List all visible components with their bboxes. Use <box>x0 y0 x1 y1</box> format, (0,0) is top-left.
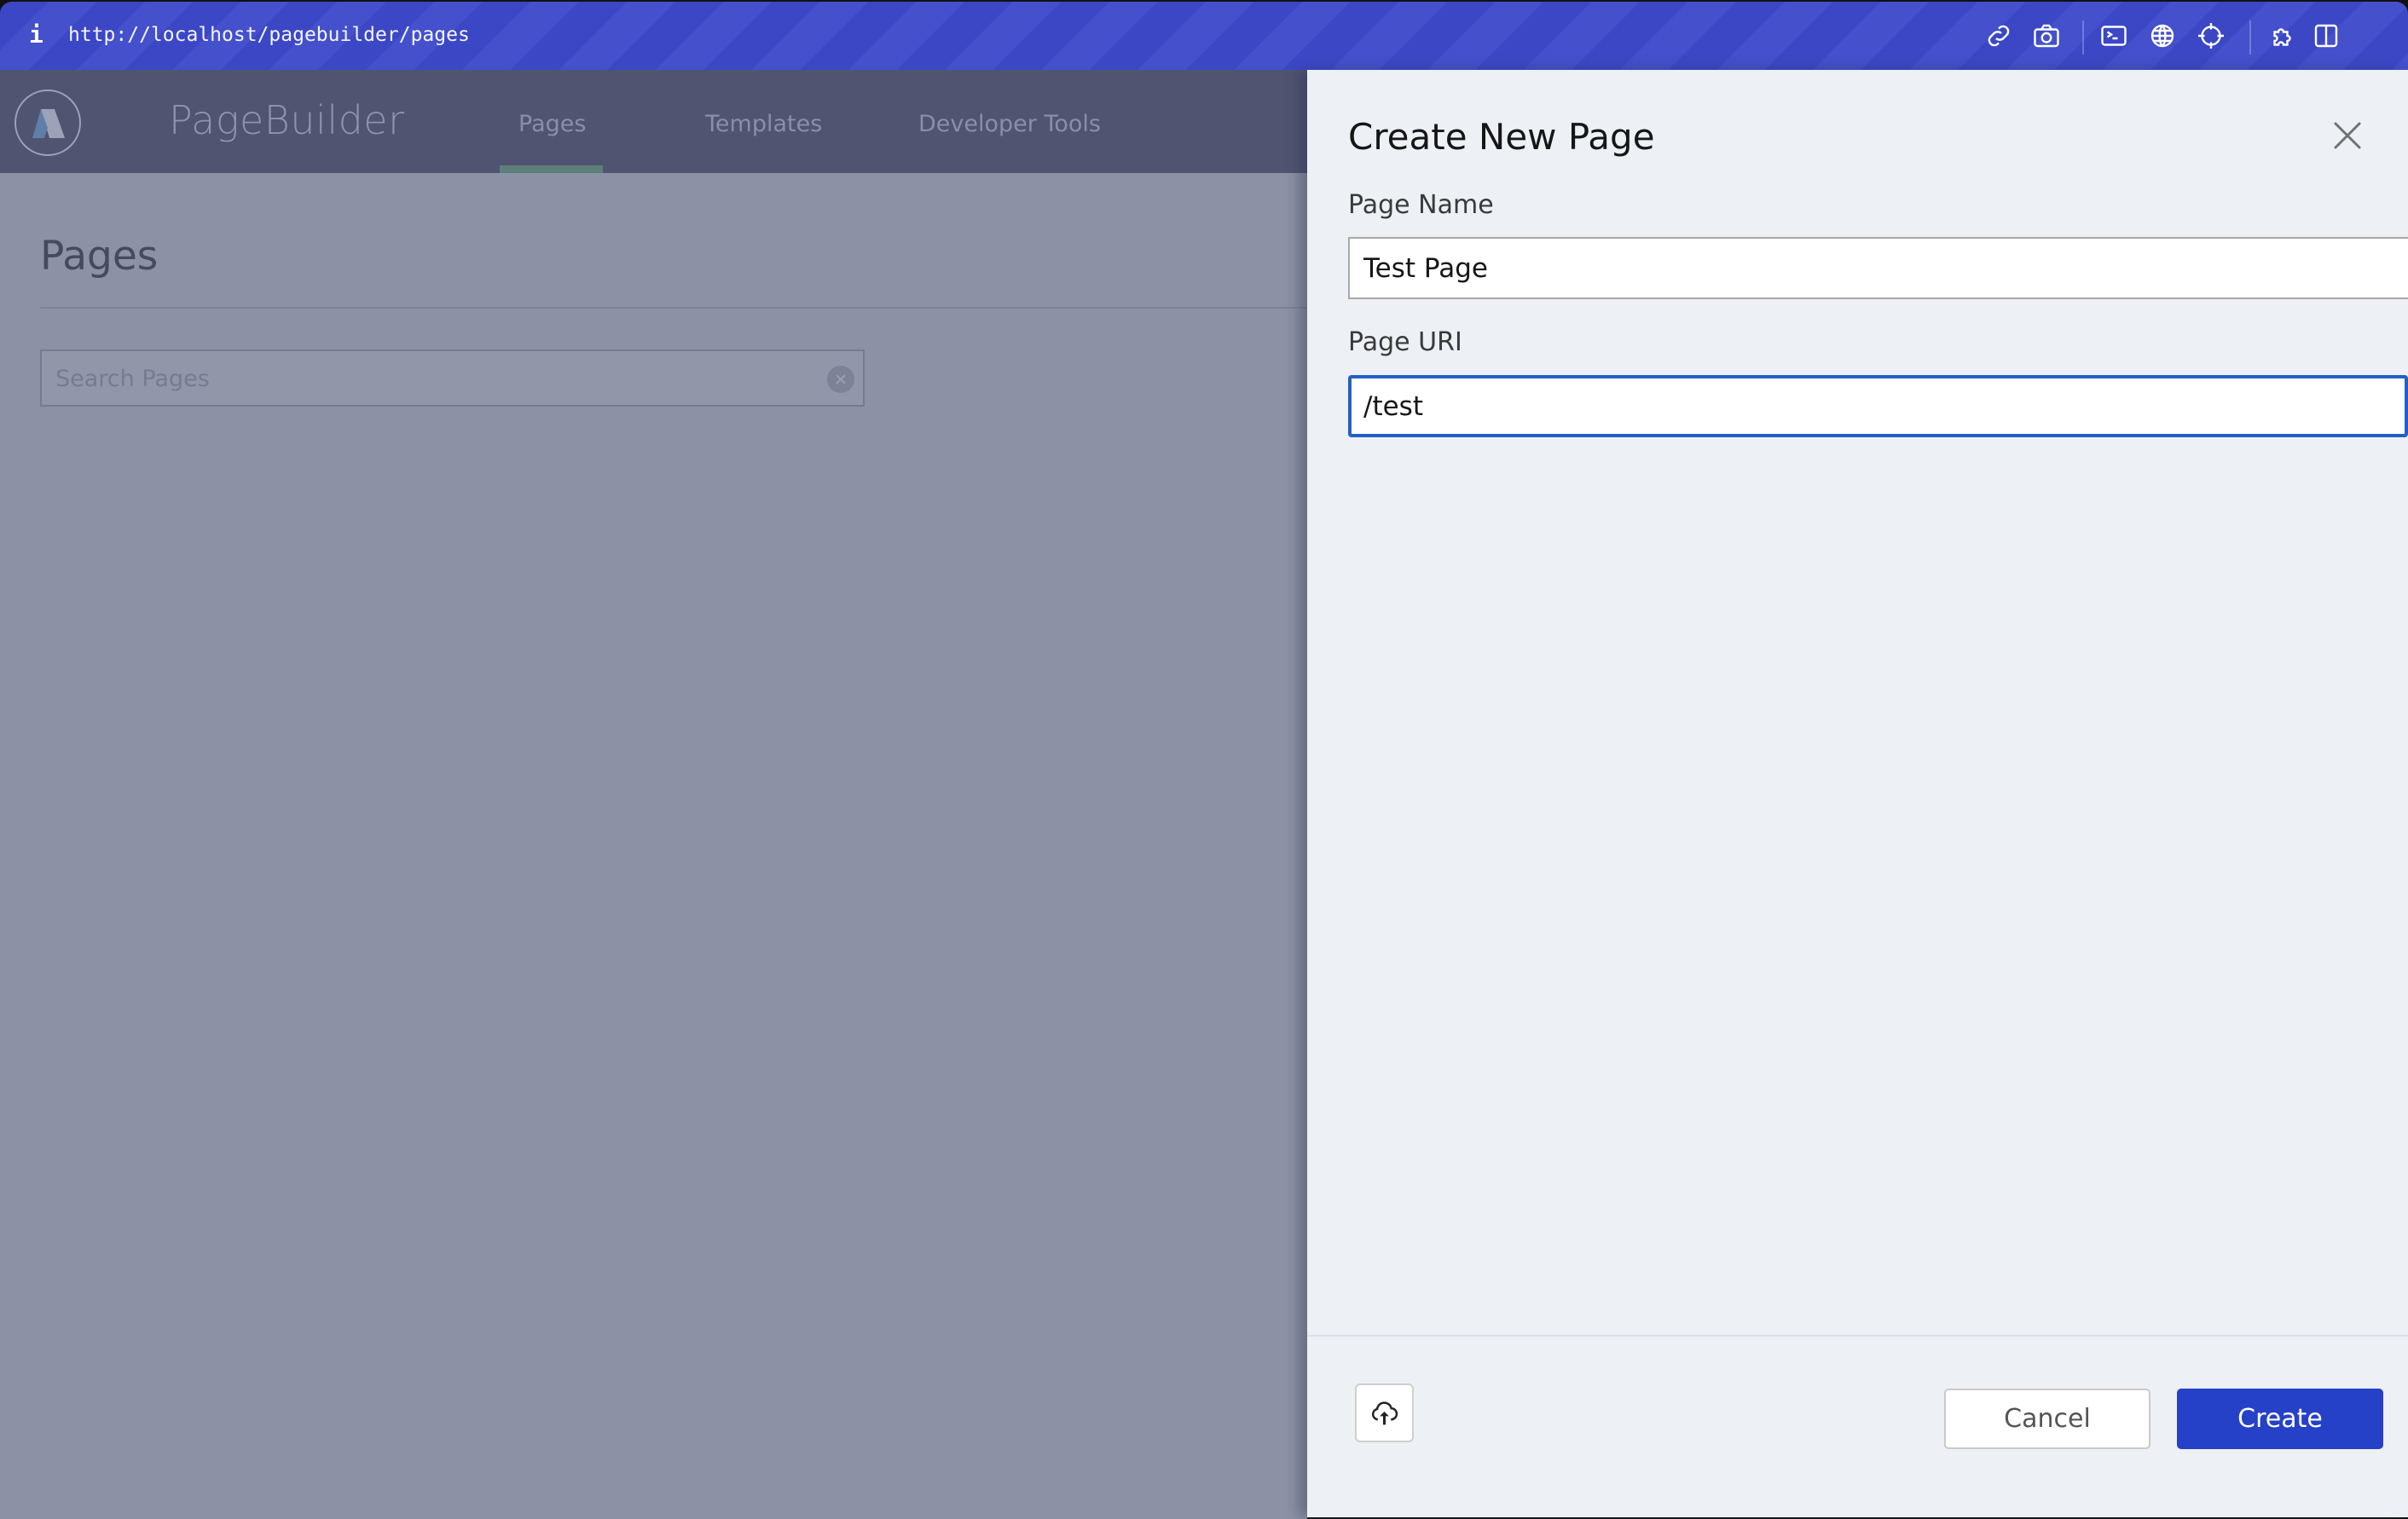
toolbar-separator <box>2249 20 2251 55</box>
cancel-button[interactable]: Cancel <box>1944 1389 2150 1449</box>
upload-button[interactable] <box>1355 1383 1414 1442</box>
page-uri-label: Page URI <box>1348 327 1462 357</box>
browser-toolbar: i http://localhost/pagebuilder/pages <box>0 2 2408 70</box>
nav-tab-templates[interactable]: Templates <box>705 111 822 137</box>
active-tab-indicator <box>500 165 603 173</box>
page-heading: Pages <box>40 233 159 280</box>
page-name-input[interactable] <box>1348 237 2408 299</box>
search-pages-field <box>40 349 865 407</box>
crosshair-icon[interactable] <box>2196 20 2226 51</box>
app-logo[interactable] <box>14 89 82 157</box>
globe-icon[interactable] <box>2147 20 2178 51</box>
split-view-icon[interactable] <box>2311 20 2341 51</box>
app-header: PageBuilder Pages Templates Developer To… <box>0 70 1307 173</box>
cloud-upload-icon <box>1371 1401 1398 1425</box>
camera-icon[interactable] <box>2031 20 2062 51</box>
address-bar-url[interactable]: http://localhost/pagebuilder/pages <box>68 24 470 46</box>
app-title: PageBuilder <box>169 97 405 143</box>
puzzle-icon[interactable] <box>2268 20 2299 51</box>
close-icon[interactable] <box>2329 117 2366 154</box>
page-content-overlay: Pages <box>0 173 1307 1519</box>
clear-search-icon[interactable] <box>827 366 854 393</box>
drawer-title: Create New Page <box>1348 116 1655 158</box>
toolbar-separator <box>2082 20 2084 55</box>
search-input[interactable] <box>54 351 825 407</box>
nav-tab-developer-tools[interactable]: Developer Tools <box>918 111 1101 137</box>
create-page-drawer: Create New Page Page Name Page URI Cance… <box>1307 70 2408 1517</box>
page-uri-input[interactable] <box>1348 375 2408 437</box>
info-icon[interactable]: i <box>29 20 43 49</box>
heading-divider <box>40 307 1307 309</box>
page-name-label: Page Name <box>1348 190 1494 220</box>
link-icon[interactable] <box>1983 20 2014 51</box>
create-button[interactable]: Create <box>2177 1389 2383 1449</box>
nav-tab-pages[interactable]: Pages <box>518 111 586 137</box>
terminal-icon[interactable] <box>2098 20 2129 51</box>
footer-divider <box>1307 1335 2408 1337</box>
